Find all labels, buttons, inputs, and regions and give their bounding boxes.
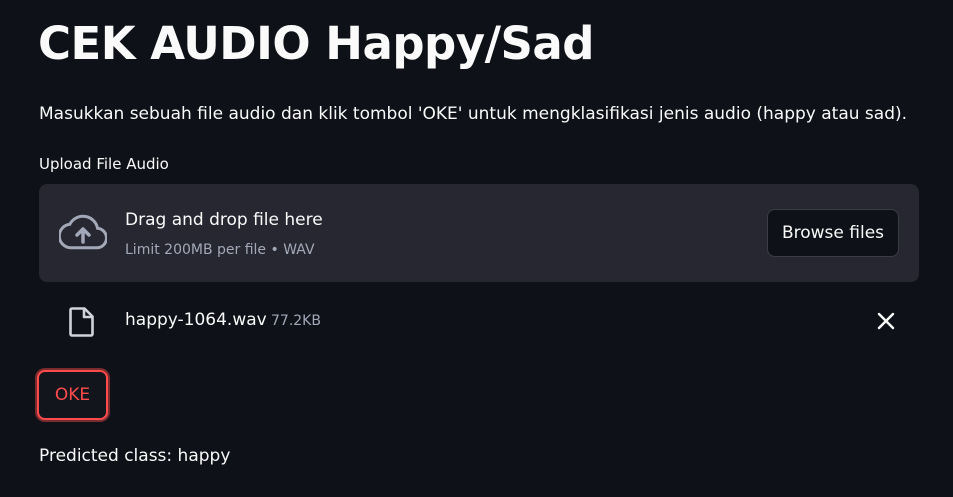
oke-submit-button[interactable]: OKE (37, 370, 108, 420)
uploaded-file-size: 77.2KB (271, 313, 321, 329)
uploaded-file-name: happy-1064.wav (125, 310, 267, 330)
prediction-result: Predicted class: happy (39, 446, 231, 466)
dropzone-title: Drag and drop file here (125, 210, 323, 230)
file-dropzone[interactable]: Drag and drop file here Limit 200MB per … (39, 184, 919, 282)
remove-file-button[interactable] (875, 310, 897, 332)
uploaded-file-row: happy-1064.wav 77.2KB (39, 296, 919, 346)
browse-files-button[interactable]: Browse files (767, 209, 899, 257)
page-description: Masukkan sebuah file audio dan klik tomb… (39, 104, 908, 124)
page-title: CEK AUDIO Happy/Sad (38, 17, 595, 70)
dropzone-limit: Limit 200MB per file • WAV (125, 242, 315, 258)
app-page: CEK AUDIO Happy/Sad Masukkan sebuah file… (0, 0, 953, 497)
file-icon (69, 307, 94, 337)
cloud-upload-icon (59, 214, 107, 250)
upload-label: Upload File Audio (39, 155, 169, 173)
close-icon (877, 312, 895, 330)
